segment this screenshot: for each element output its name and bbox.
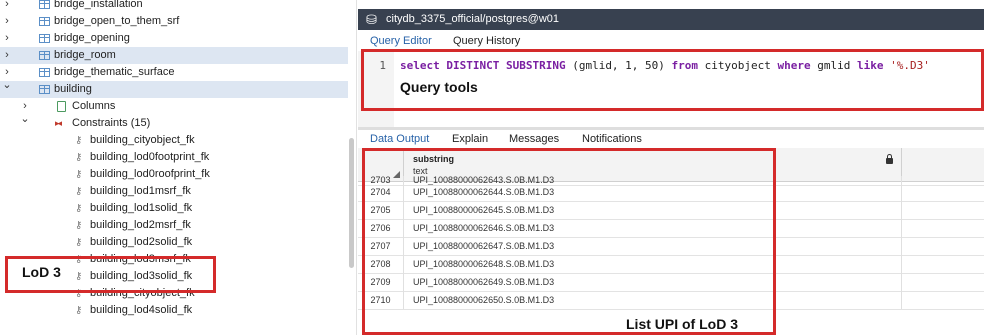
table-icon	[39, 68, 50, 77]
table-icon	[39, 85, 50, 94]
tree-item-label: Constraints (15)	[72, 117, 151, 129]
output-tabs: Data Output Explain Messages Notificatio…	[358, 130, 984, 148]
tree-item[interactable]: › bridge_room	[0, 47, 348, 64]
tab-explain[interactable]: Explain	[452, 130, 488, 148]
tree-item[interactable]: ⚷ building_lod2solid_fk	[0, 234, 348, 251]
tree-item-label: building_lod4solid_fk	[90, 304, 193, 316]
tree-item-label: bridge_open_to_them_srf	[54, 15, 180, 27]
tree-item[interactable]: ⚷ building_lod1msrf_fk	[0, 183, 348, 200]
tree-item[interactable]: › bridge_installation	[0, 0, 348, 13]
tree-item[interactable]: ⚷ building_lod4solid_fk	[0, 302, 348, 319]
tree-item[interactable]: › bridge_open_to_them_srf	[0, 13, 348, 30]
database-icon: ⛁	[366, 12, 377, 27]
chevron-right-icon[interactable]: ›	[2, 30, 12, 47]
tree-item[interactable]: ⚷ building_cityobject_fk	[0, 132, 348, 149]
tree-item-label: building_lod0footprint_fk	[90, 151, 210, 163]
cell-border	[901, 237, 902, 255]
cell-border	[901, 273, 902, 291]
tab-notifications[interactable]: Notifications	[582, 130, 642, 148]
tree-item-label: building_lod1solid_fk	[90, 202, 193, 214]
tab-messages[interactable]: Messages	[509, 130, 559, 148]
table-icon	[39, 17, 50, 26]
chevron-right-icon[interactable]: ›	[2, 13, 12, 30]
tree-item-label: building_lod0roofprint_fk	[90, 168, 210, 180]
key-icon: ⚷	[75, 152, 83, 163]
connection-title: citydb_3375_official/postgres@w01	[386, 13, 560, 25]
tree-item[interactable]: › bridge_opening	[0, 30, 348, 47]
tree-item-label: bridge_opening	[54, 32, 130, 44]
tab-query-history[interactable]: Query History	[453, 32, 520, 50]
key-icon: ⚷	[75, 305, 83, 316]
tree-item-label: building_lod1msrf_fk	[90, 185, 191, 197]
tree-item-label: bridge_room	[54, 49, 116, 61]
key-icon: ⚷	[75, 220, 83, 231]
chevron-right-icon[interactable]: ›	[2, 0, 12, 13]
tree-item-label: bridge_thematic_surface	[54, 66, 175, 78]
table-icon	[39, 51, 50, 60]
cell-border	[901, 183, 902, 201]
tree-item[interactable]: ⚷ building_lod2msrf_fk	[0, 217, 348, 234]
annotation-box-list-upi	[362, 148, 776, 335]
chevron-down-icon[interactable]: ⌄	[20, 111, 30, 128]
tree-item[interactable]: ⌄ building	[0, 79, 348, 98]
key-icon: ⚷	[75, 203, 83, 214]
cell-border	[901, 255, 902, 273]
tab-data-output[interactable]: Data Output	[370, 130, 429, 148]
connection-bar: ⛁ citydb_3375_official/postgres@w01	[358, 9, 984, 30]
tree-item-label: building	[54, 83, 92, 95]
key-icon: ⚷	[75, 135, 83, 146]
constraints-icon: ▸◂	[55, 118, 62, 128]
panel-divider[interactable]	[356, 0, 357, 335]
lock-icon	[886, 154, 893, 164]
cell-border	[901, 219, 902, 237]
annotation-lod3: LoD 3	[22, 264, 61, 280]
tree-item-label: bridge_installation	[54, 0, 143, 10]
annotation-query-tools: Query tools	[400, 79, 478, 95]
tree-item[interactable]: › bridge_thematic_surface	[0, 64, 348, 81]
chevron-right-icon[interactable]: ›	[2, 47, 12, 64]
table-icon	[39, 0, 50, 9]
columns-icon	[57, 101, 66, 112]
tree-item-label: building_lod2msrf_fk	[90, 219, 191, 231]
table-icon	[39, 34, 50, 43]
tree-item-label: building_lod2solid_fk	[90, 236, 193, 248]
tree-item-label: building_cityobject_fk	[90, 134, 195, 146]
key-icon: ⚷	[75, 186, 83, 197]
annotation-list-upi: List UPI of LoD 3	[626, 316, 738, 332]
tree-item[interactable]: ⚷ building_lod1solid_fk	[0, 200, 348, 217]
tree-item[interactable]: ⚷ building_lod0footprint_fk	[0, 149, 348, 166]
tree-item-label: Columns	[72, 100, 116, 112]
cell-border	[901, 291, 902, 309]
tree-item[interactable]: ⌄ ▸◂ Constraints (15)	[0, 113, 348, 132]
key-icon: ⚷	[75, 169, 83, 180]
tree-scrollbar[interactable]	[349, 138, 354, 268]
chevron-down-icon[interactable]: ⌄	[2, 77, 12, 94]
key-icon: ⚷	[75, 237, 83, 248]
cell-border	[901, 201, 902, 219]
tree-item[interactable]: ⚷ building_lod0roofprint_fk	[0, 166, 348, 183]
tree-item[interactable]: › Columns	[0, 98, 348, 115]
